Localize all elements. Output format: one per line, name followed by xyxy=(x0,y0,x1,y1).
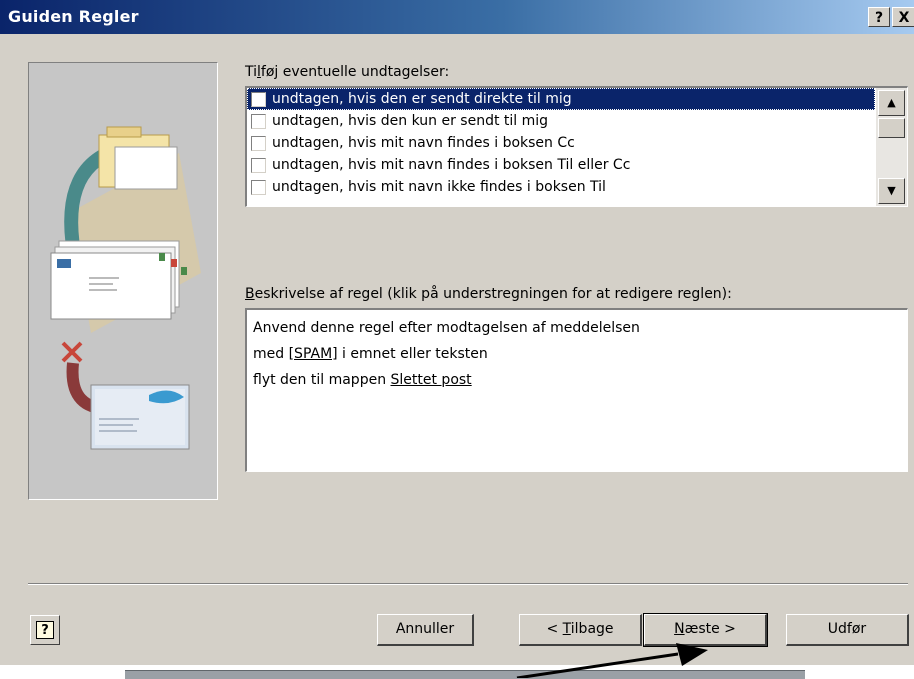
checkbox[interactable] xyxy=(251,135,266,151)
exception-item-label: undtagen, hvis den kun er sendt til mig xyxy=(272,113,549,129)
exceptions-label-rest: føj eventuelle undtagelser: xyxy=(260,64,450,80)
next-button-hotkey: N xyxy=(674,621,685,637)
exception-item[interactable]: undtagen, hvis mit navn ikke findes i bo… xyxy=(247,176,875,198)
separator-highlight xyxy=(28,584,908,585)
context-help-icon: ? xyxy=(36,621,54,639)
wizard-illustration xyxy=(28,62,218,500)
exception-item-label: undtagen, hvis den er sendt direkte til … xyxy=(272,91,572,107)
description-line-3: flyt den til mappen Slettet post xyxy=(253,367,901,393)
scroll-thumb[interactable] xyxy=(878,118,905,138)
folder-link[interactable]: Slettet post xyxy=(391,372,472,388)
description-label-rest: eskrivelse af regel (klik på understregn… xyxy=(254,286,732,302)
checkbox[interactable] xyxy=(251,179,266,195)
description-text: med xyxy=(253,346,289,362)
checkbox[interactable] xyxy=(251,91,266,107)
description-text: flyt den til mappen xyxy=(253,372,391,388)
next-button-rest: æste > xyxy=(684,621,736,637)
title-bar: Guiden Regler ? X xyxy=(0,0,914,34)
next-button[interactable]: Næste > xyxy=(643,613,768,647)
exceptions-listbox[interactable]: undtagen, hvis den er sendt direkte til … xyxy=(245,86,908,207)
scroll-down-icon[interactable]: ▼ xyxy=(878,178,905,204)
window-title: Guiden Regler xyxy=(8,7,139,26)
help-icon[interactable]: ? xyxy=(868,7,890,27)
back-button[interactable]: < Tilbage xyxy=(519,614,642,646)
checkbox[interactable] xyxy=(251,157,266,173)
spam-keyword-link[interactable]: [SPAM] xyxy=(289,346,338,362)
exceptions-list: undtagen, hvis den er sendt direkte til … xyxy=(247,88,875,198)
exception-item-label: undtagen, hvis mit navn ikke findes i bo… xyxy=(272,179,606,195)
cancel-button[interactable]: Annuller xyxy=(377,614,474,646)
close-icon[interactable]: X xyxy=(892,7,914,27)
exception-item-label: undtagen, hvis mit navn findes i boksen … xyxy=(272,135,575,151)
description-label-hotkey: B xyxy=(245,286,255,302)
exception-item[interactable]: undtagen, hvis mit navn findes i boksen … xyxy=(247,132,875,154)
exception-item-label: undtagen, hvis mit navn findes i boksen … xyxy=(272,157,631,173)
exception-item[interactable]: undtagen, hvis mit navn findes i boksen … xyxy=(247,154,875,176)
exception-item[interactable]: undtagen, hvis den kun er sendt til mig xyxy=(247,110,875,132)
rules-wizard-dialog: Guiden Regler ? X Tilføj eventuelle undt… xyxy=(0,0,914,665)
description-text: i emnet eller teksten xyxy=(337,346,488,362)
back-button-prefix: < xyxy=(546,621,563,637)
context-help-button[interactable]: ? xyxy=(30,615,60,645)
scroll-up-icon[interactable]: ▲ xyxy=(878,90,905,116)
back-button-hotkey: T xyxy=(562,621,571,637)
checkbox[interactable] xyxy=(251,113,266,129)
finish-button[interactable]: Udfør xyxy=(786,614,909,646)
back-button-rest: ilbage xyxy=(570,621,614,637)
description-line-2: med [SPAM] i emnet eller teksten xyxy=(253,341,901,367)
rule-description-box: Anvend denne regel efter modtagelsen af … xyxy=(245,308,908,472)
exceptions-label-prefix: Ti xyxy=(245,64,258,80)
description-label: Beskrivelse af regel (klik på understreg… xyxy=(245,286,732,302)
vertical-scrollbar[interactable]: ▲ ▼ xyxy=(876,88,907,206)
description-line-1: Anvend denne regel efter modtagelsen af … xyxy=(253,320,640,336)
exception-item[interactable]: undtagen, hvis den er sendt direkte til … xyxy=(247,88,875,110)
exceptions-label: Tilføj eventuelle undtagelser: xyxy=(245,64,449,80)
